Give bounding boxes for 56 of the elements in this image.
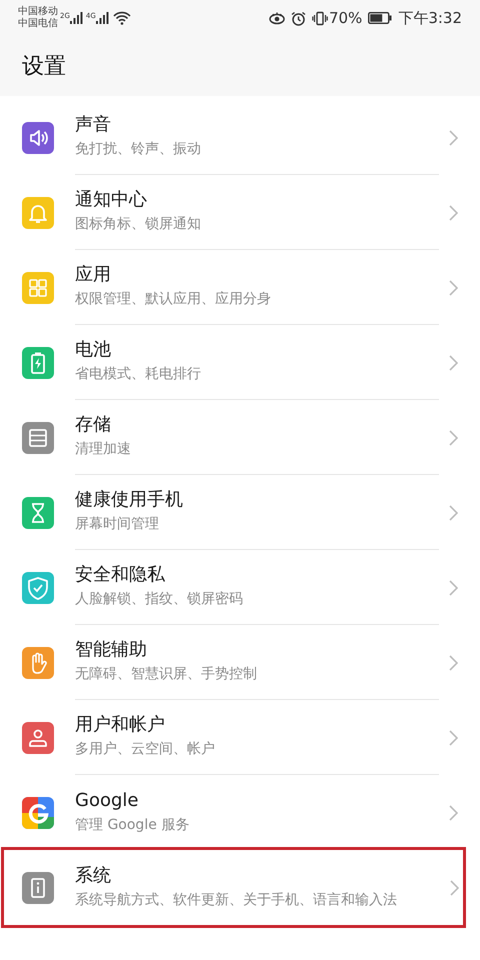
item-subtitle: 无障碍、智慧识屏、手势控制	[75, 665, 257, 684]
chevron-right-icon	[449, 804, 458, 820]
item-subtitle: 屏幕时间管理	[75, 515, 159, 534]
settings-item[interactable]: 应用 权限管理、默认应用、应用分身	[0, 250, 480, 325]
item-subtitle: 管理 Google 服务	[75, 816, 190, 834]
item-subtitle: 图标角标、锁屏通知	[75, 215, 201, 234]
settings-item[interactable]: 智能辅助 无障碍、智慧识屏、手势控制	[0, 625, 480, 700]
item-title: 用户和帐户	[75, 713, 165, 737]
battery-icon	[368, 12, 392, 24]
clock-time: 下午3:32	[398, 8, 462, 29]
item-title: 声音	[75, 113, 111, 137]
wifi-icon	[112, 11, 131, 25]
item-title: 智能辅助	[75, 638, 147, 662]
item-subtitle: 免打扰、铃声、振动	[75, 140, 201, 159]
settings-item[interactable]: Google 管理 Google 服务	[0, 775, 480, 850]
settings-item[interactable]: 系统 系统导航方式、软件更新、关于手机、语言和输入法	[4, 850, 463, 925]
item-subtitle: 人脸解锁、指纹、锁屏密码	[75, 590, 243, 609]
item-title: 系统	[75, 864, 111, 888]
vibrate-icon	[312, 10, 328, 26]
alarm-icon	[290, 10, 306, 26]
item-title: 应用	[75, 263, 111, 287]
settings-item[interactable]: 声音 免打扰、铃声、振动	[0, 100, 480, 175]
item-subtitle: 清理加速	[75, 440, 131, 459]
chevron-right-icon	[450, 880, 459, 896]
item-subtitle: 省电模式、耗电排行	[75, 365, 201, 384]
settings-item[interactable]: 用户和帐户 多用户、云空间、帐户	[0, 700, 480, 775]
page-title: 设置	[22, 52, 66, 80]
item-subtitle: 系统导航方式、软件更新、关于手机、语言和输入法	[75, 890, 397, 910]
item-subtitle: 多用户、云空间、帐户	[75, 740, 215, 759]
item-title: 安全和隐私	[75, 563, 165, 587]
chevron-right-icon	[449, 730, 458, 746]
item-subtitle: 权限管理、默认应用、应用分身	[75, 290, 271, 309]
chevron-right-icon	[449, 654, 458, 670]
item-title: Google	[75, 788, 138, 812]
chevron-right-icon	[449, 204, 458, 220]
carrier-name: 中国电信	[18, 18, 58, 30]
chevron-right-icon	[449, 504, 458, 520]
settings-item[interactable]: 电池 省电模式、耗电排行	[0, 325, 480, 400]
item-title: 通知中心	[75, 188, 147, 212]
settings-item[interactable]: 健康使用手机 屏幕时间管理	[0, 475, 480, 550]
item-title: 健康使用手机	[75, 488, 183, 512]
chevron-right-icon	[449, 430, 458, 446]
item-title: 存储	[75, 413, 111, 437]
chevron-right-icon	[449, 280, 458, 296]
eye-icon	[268, 11, 285, 25]
chevron-right-icon	[449, 580, 458, 596]
settings-item[interactable]: 通知中心 图标角标、锁屏通知	[0, 175, 480, 250]
chevron-right-icon	[449, 130, 458, 146]
settings-item[interactable]: 存储 清理加速	[0, 400, 480, 475]
item-title: 电池	[75, 338, 111, 362]
chevron-right-icon	[449, 354, 458, 370]
settings-item[interactable]: 安全和隐私 人脸解锁、指纹、锁屏密码	[0, 550, 480, 625]
signal-icon	[70, 12, 83, 24]
signal-icon	[96, 12, 109, 24]
carrier-name: 中国移动	[18, 6, 58, 18]
battery-percent: 70%	[328, 8, 362, 29]
